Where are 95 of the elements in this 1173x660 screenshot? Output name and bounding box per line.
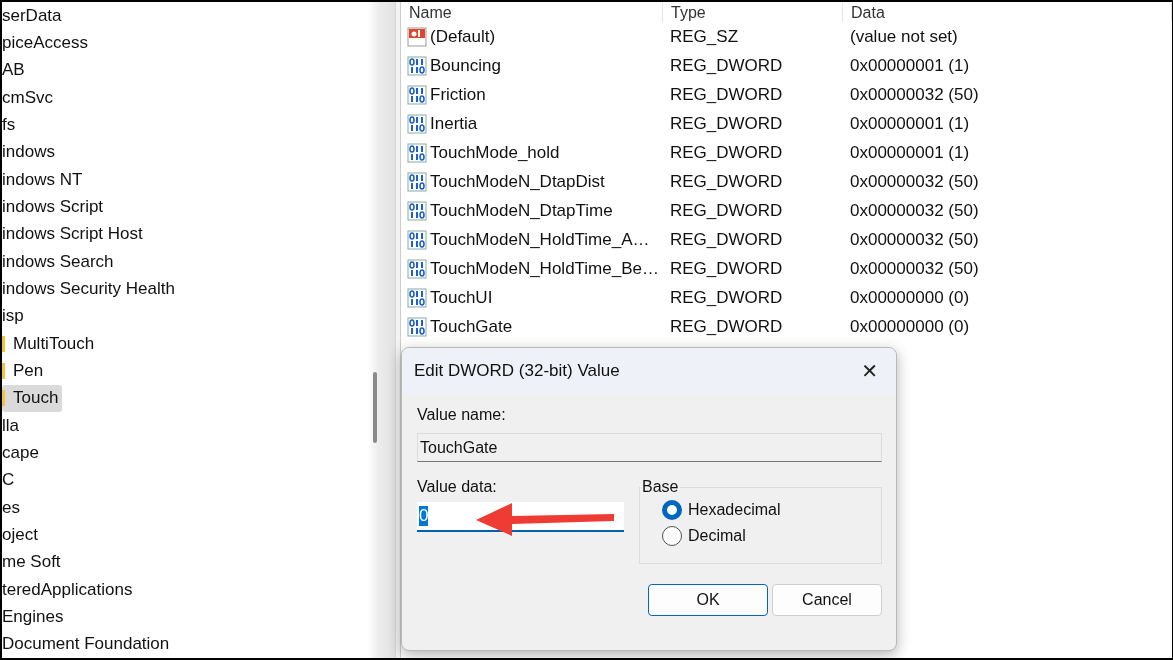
radio-button[interactable] — [662, 500, 682, 520]
tree-item[interactable]: piceAccess — [2, 29, 92, 57]
table-cell-text: 0x00000032 (50) — [849, 199, 980, 222]
cancel-button[interactable]: Cancel — [772, 584, 882, 616]
table-cell-text: REG_DWORD — [669, 170, 784, 193]
tree-item[interactable]: MultiTouch — [2, 329, 99, 358]
value-name[interactable]: TouchModeN_HoldTime_A… — [401, 225, 663, 254]
value-name-text: TouchModeN_HoldTime_A… — [430, 229, 650, 250]
binary-value-icon — [407, 229, 427, 250]
tree-item[interactable]: Pen — [2, 357, 48, 385]
tree-item[interactable]: indows Search — [2, 247, 118, 276]
value-name-text: TouchModeN_DtapTime — [430, 200, 613, 221]
close-button[interactable]: ✕ — [855, 357, 884, 385]
tree-item[interactable]: indows NT — [2, 165, 87, 194]
value-name-field[interactable]: TouchGate — [417, 433, 882, 462]
tree-item[interactable]: cmSvc — [2, 84, 57, 112]
tree-item[interactable]: C — [2, 466, 19, 494]
field-label: Value data: — [417, 478, 497, 496]
table-cell-text: 0x00000000 (0) — [849, 286, 971, 309]
tree-item[interactable]: teredApplications — [2, 575, 137, 604]
table-cell-text: REG_DWORD — [669, 83, 784, 106]
tree-item[interactable]: oject — [2, 521, 42, 549]
value-name-text: Friction — [430, 84, 486, 105]
scrollbar-thumb[interactable] — [372, 372, 377, 443]
tree-item[interactable]: isp — [2, 302, 28, 330]
group-label: Base — [641, 478, 680, 496]
tree-item[interactable]: Document Foundation — [2, 630, 174, 658]
value-name-text: TouchUI — [430, 287, 493, 308]
tree-item[interactable]: cape — [2, 439, 43, 467]
value-name[interactable]: TouchModeN_DtapTime — [401, 196, 663, 225]
table-cell-text: 0x00000032 (50) — [849, 83, 980, 106]
table-cell-text: 0x00000001 (1) — [849, 112, 971, 135]
table-cell-text: 0x00000032 (50) — [849, 228, 980, 251]
binary-value-icon — [407, 258, 427, 279]
table-cell-text: REG_DWORD — [669, 228, 784, 251]
column-header[interactable]: Type — [663, 2, 843, 22]
table-cell-text: 0x00000001 (1) — [849, 141, 971, 164]
value-name[interactable]: TouchGate — [401, 312, 663, 341]
table-cell-text: REG_DWORD — [669, 141, 784, 164]
field-label: Value name: — [417, 406, 506, 424]
tree-item[interactable]: indows Script Host — [2, 220, 147, 248]
value-name[interactable]: TouchUI — [401, 283, 663, 312]
tree-item[interactable]: me Soft — [2, 548, 65, 576]
value-name-text: (Default) — [430, 26, 496, 47]
value-name-text: Bouncing — [430, 55, 501, 76]
table-cell-text: 0x00000001 (1) — [849, 54, 971, 77]
value-name[interactable]: Bouncing — [401, 51, 663, 80]
value-name-text: TouchMode_hold — [430, 142, 560, 163]
binary-value-icon — [407, 200, 427, 221]
value-name-text: TouchModeN_DtapDist — [430, 171, 605, 192]
ok-button[interactable]: OK — [648, 584, 768, 616]
table-cell-text: REG_DWORD — [669, 199, 784, 222]
tree-item[interactable]: indows Script — [2, 193, 108, 221]
value-name[interactable]: TouchMode_hold — [401, 138, 663, 167]
value-name[interactable]: Friction — [401, 80, 663, 109]
column-header[interactable]: Name — [401, 2, 663, 22]
value-name[interactable]: TouchModeN_HoldTime_Be… — [401, 254, 663, 283]
table-cell-text: REG_DWORD — [669, 54, 784, 77]
table-cell-text: REG_DWORD — [669, 257, 784, 280]
value-name[interactable]: (Default) — [401, 22, 663, 51]
radio-label[interactable]: Hexadecimal — [688, 501, 781, 519]
string-value-icon — [407, 26, 427, 47]
table-cell-text: 0x00000032 (50) — [849, 257, 980, 280]
binary-value-icon — [407, 316, 427, 337]
tree-item[interactable]: serData — [2, 2, 66, 30]
value-name[interactable]: Inertia — [401, 109, 663, 138]
tree-item[interactable]: indows Security Health — [2, 275, 179, 303]
radio-button[interactable] — [662, 526, 682, 546]
tree-item[interactable]: Engines — [2, 603, 68, 631]
tree-item[interactable]: Touch — [2, 384, 63, 412]
tree-item[interactable]: fs — [2, 111, 20, 139]
tree-item[interactable]: AB — [2, 56, 29, 84]
column-header[interactable]: Data — [843, 2, 1172, 22]
dialog-title: Edit DWORD (32-bit) Value — [414, 361, 620, 381]
value-name[interactable]: TouchModeN_DtapDist — [401, 167, 663, 196]
table-cell-text: REG_DWORD — [669, 315, 784, 338]
binary-value-icon — [407, 142, 427, 163]
radio-label[interactable]: Decimal — [688, 527, 746, 545]
binary-value-icon — [407, 84, 427, 105]
tree-item[interactable]: indows — [2, 138, 59, 166]
binary-value-icon — [407, 287, 427, 308]
table-cell-text: 0x00000032 (50) — [849, 170, 980, 193]
value-name-text: Inertia — [430, 113, 478, 134]
tree-item[interactable]: es — [2, 493, 24, 522]
value-name-text: TouchModeN_HoldTime_Be… — [430, 258, 659, 279]
table-cell-text: (value not set) — [849, 25, 959, 48]
binary-value-icon — [407, 55, 427, 76]
table-cell-text: REG_SZ — [669, 25, 740, 48]
table-cell-text: 0x00000000 (0) — [849, 315, 971, 338]
table-cell-text: REG_DWORD — [669, 112, 784, 135]
binary-value-icon — [407, 171, 427, 192]
table-cell-text: REG_DWORD — [669, 286, 784, 309]
value-name-text: TouchGate — [430, 316, 513, 337]
tree-item[interactable]: lla — [2, 411, 23, 440]
binary-value-icon — [407, 113, 427, 134]
